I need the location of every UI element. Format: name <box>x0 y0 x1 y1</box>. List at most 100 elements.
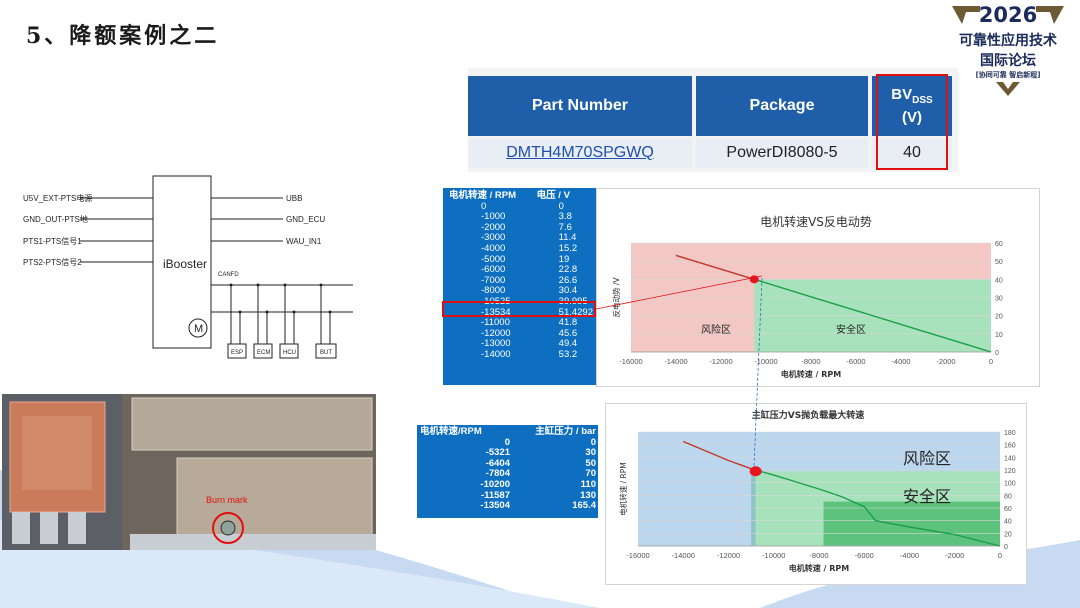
x-tick-label: -4000 <box>900 551 919 560</box>
motor-label: M <box>194 323 203 335</box>
y-tick-label: 40 <box>995 277 1003 284</box>
part-number-table: Part Number Package BVDSS (V) DMTH4M70SP… <box>468 68 958 172</box>
x-tick-label: -16000 <box>619 357 642 366</box>
x-tick-label: -6000 <box>846 357 865 366</box>
part-number-link[interactable]: DMTH4M70SPGWQ <box>468 138 692 168</box>
x-tick-label: -14000 <box>672 551 695 560</box>
ibooster-label: iBooster <box>163 257 207 271</box>
logo-banner-icon: 2026 <box>952 3 1064 27</box>
bvdss-highlight-box <box>876 74 948 170</box>
y-tick-label: 60 <box>1004 506 1012 513</box>
pin-pts2: PTS2-PTS信号2 <box>23 257 82 267</box>
pin-ubb: UBB <box>286 194 302 203</box>
y-tick-label: 20 <box>1004 531 1012 538</box>
forum-logo: 2026 可靠性应用技术 国际论坛 [协同可靠 智启新程] <box>942 2 1074 102</box>
y-axis-label: 反电动势 /V <box>611 277 621 318</box>
cell-value: 165.4 <box>572 500 596 512</box>
y-tick-label: 10 <box>995 332 1003 339</box>
y-tick-label: 0 <box>995 350 999 357</box>
x-tick-label: -4000 <box>891 357 910 366</box>
cell-value: 0 <box>590 436 596 448</box>
y-axis-label: 电机转速 / RPM <box>618 462 628 516</box>
x-tick-label: -16000 <box>626 551 649 560</box>
cell-value: 50 <box>585 457 596 469</box>
chart-title: 主缸压力VS抛负载最大转速 <box>752 409 864 421</box>
x-tick-label: 0 <box>998 551 1002 560</box>
y-tick-label: 160 <box>1004 443 1016 450</box>
y-tick-label: 100 <box>1004 481 1016 488</box>
chart2-svg: 0 20 40 60 80 100 120 140 160 180 -16000 -14000 -120… <box>618 409 1016 573</box>
y-tick-label: 50 <box>995 259 1003 266</box>
chart2-container: 0 20 40 60 80 100 120 140 160 180 -16000 -14000 -120… <box>605 403 1027 585</box>
canfd-label: CANFD <box>218 272 239 278</box>
logo-line2: 国际论坛 <box>980 53 1036 69</box>
x-tick-label: -2000 <box>945 551 964 560</box>
x-tick-label: 0 <box>989 357 993 366</box>
cell-rpm: -10200 <box>480 478 510 490</box>
chart-title: 电机转速VS反电动势 <box>760 214 872 229</box>
rpm-voltage-table: 电机转速 / RPM 电压 / V 0 0 -1000 3.8 -2000 7.6 -300… <box>443 188 596 385</box>
y-tick-label: 30 <box>995 296 1003 303</box>
y-tick-label: 120 <box>1004 468 1016 475</box>
y-tick-label: 20 <box>995 314 1003 321</box>
pin-pts1: PTS1-PTS信号1 <box>23 236 82 246</box>
limit-point-marker <box>749 275 759 284</box>
y-tick-label: 180 <box>1004 430 1016 437</box>
node-ecm: ECM <box>257 350 270 356</box>
table-header: 电机转速 / RPM 电压 / V <box>449 190 570 201</box>
y-tick-label: 0 <box>1004 544 1008 551</box>
y-tick-label: 60 <box>995 241 1003 248</box>
node-hcu: HCU <box>283 350 296 356</box>
cell-rpm: -10525 <box>481 295 511 307</box>
x-tick-label: -2000 <box>936 357 955 366</box>
cell-rpm: -13504 <box>480 500 510 512</box>
cell-value: 53.2 <box>558 348 578 360</box>
x-tick-label: -12000 <box>717 551 740 560</box>
pin-gnd-out: GND_OUT-PTS地 <box>23 214 88 224</box>
cell-value: 110 <box>580 478 596 490</box>
table-row: -10200 110 <box>420 478 596 491</box>
y-tick-label: 80 <box>1004 493 1012 500</box>
table-row: -10525 39.995 <box>447 295 593 308</box>
risk-zone-label: 风险区 <box>903 449 951 468</box>
cell-rpm: -14000 <box>481 348 511 360</box>
safe-zone-label: 安全区 <box>903 487 951 506</box>
logo-line3: [协同可靠 智启新程] <box>975 71 1041 79</box>
slide-title: 5、降额案例之二 <box>26 23 220 49</box>
safe-zone-label: 安全区 <box>836 323 866 336</box>
node-esp: ESP <box>231 350 243 356</box>
burn-mark-photo: Burn mark <box>2 394 376 550</box>
x-tick-label: -8000 <box>809 551 828 560</box>
pin-gnd-ecu: GND_ECU <box>286 215 325 224</box>
table-row: -13504 165.4 <box>420 501 596 512</box>
logo-line1: 可靠性应用技术 <box>959 33 1057 49</box>
node-but: BUT <box>320 350 332 356</box>
chart1-container: 0 10 20 30 40 50 60 -16000 -14000 -12000 -10000 -80… <box>596 188 1040 387</box>
cell-value: 15.2 <box>558 242 578 254</box>
x-tick-label: -8000 <box>801 357 820 366</box>
x-axis-label: 电机转速 / RPM <box>789 563 850 573</box>
package-value: PowerDI8080-5 <box>696 138 868 168</box>
logo-chevron-icon <box>996 82 1020 96</box>
x-tick-label: -10000 <box>762 551 785 560</box>
pin-wau-in1: WAU_IN1 <box>286 237 322 246</box>
part-number-header: Part Number <box>468 76 692 136</box>
x-tick-label: -6000 <box>855 551 874 560</box>
x-tick-label: -14000 <box>664 357 687 366</box>
rpm-pressure-table: 电机转速/RPM 主缸压力 / bar 0 0 -5321 30 -6404 50 -780… <box>417 425 598 518</box>
package-header: Package <box>696 76 868 136</box>
table-header: 电机转速/RPM 主缸压力 / bar <box>420 426 596 437</box>
risk-zone-label: 风险区 <box>701 323 731 336</box>
table-row: -4000 15.2 <box>447 242 593 255</box>
y-tick-label: 140 <box>1004 455 1016 462</box>
table-row: -14000 53.2 <box>447 348 593 361</box>
cell-rpm: -4000 <box>481 242 506 254</box>
y-tick-label: 40 <box>1004 519 1012 526</box>
ibooster-schematic: U5V_EXT-PTS电源 GND_OUT-PTS地 PTS1-PTS信号1 P… <box>23 175 353 359</box>
cell-value: 39.995 <box>558 295 588 307</box>
chart1-svg: 0 10 20 30 40 50 60 -16000 -14000 -12000 -10000 -80… <box>611 214 1003 379</box>
limit-point-marker <box>749 466 762 477</box>
x-tick-label: -10000 <box>754 357 777 366</box>
pin-u5v: U5V_EXT-PTS电源 <box>23 193 92 203</box>
x-tick-label: -12000 <box>709 357 732 366</box>
